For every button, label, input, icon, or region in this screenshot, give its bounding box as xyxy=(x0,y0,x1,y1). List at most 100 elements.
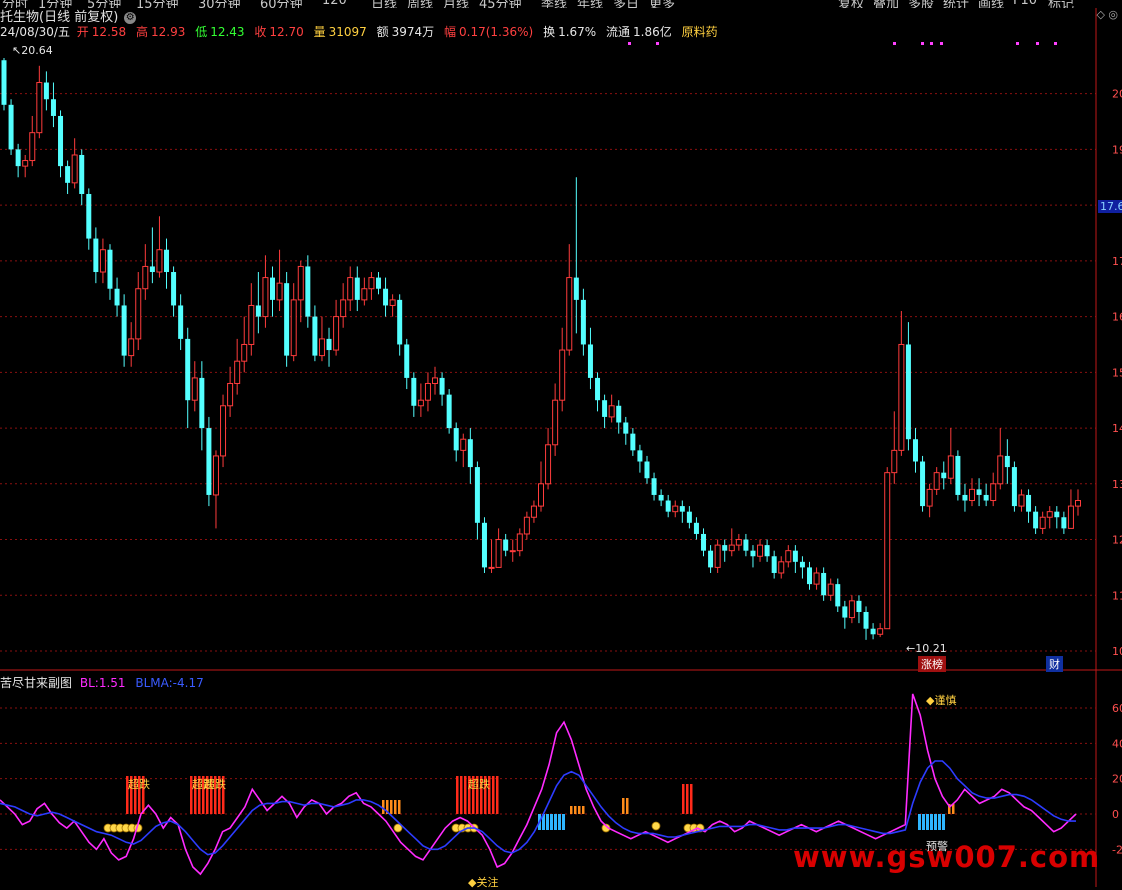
caution-tag: ◆谨慎 xyxy=(926,694,957,707)
signal-bar xyxy=(398,800,401,814)
candle-body-down xyxy=(79,154,85,194)
candle-body-down xyxy=(693,522,699,534)
candle-body-down xyxy=(375,277,381,289)
candle-body-up xyxy=(220,405,227,457)
candle-body-up xyxy=(191,377,198,401)
candle-body-down xyxy=(595,377,601,401)
candle-body-down xyxy=(665,500,671,512)
candle-body-down xyxy=(149,266,155,273)
signal-bar xyxy=(570,806,573,814)
candle-body-down xyxy=(750,550,756,557)
attention-label: 关注 xyxy=(476,876,499,889)
finance-badge[interactable]: 财 xyxy=(1046,656,1063,672)
candle-body-down xyxy=(354,277,360,300)
price-tick-label: 10 xyxy=(1112,645,1122,658)
bl-label: BL: xyxy=(79,676,99,690)
candle-body-down xyxy=(651,478,657,495)
bl-value: 1.51 xyxy=(98,676,126,690)
candle-body-down xyxy=(573,277,579,300)
candle-body-up xyxy=(22,160,29,167)
candle-body-up xyxy=(848,600,855,619)
candle-body-down xyxy=(587,344,593,378)
candle-body-up xyxy=(142,265,149,290)
candle-body-up xyxy=(530,505,537,518)
warning-bar xyxy=(930,814,933,830)
price-tick-label: 12 xyxy=(1112,534,1122,547)
candle-body-down xyxy=(503,539,509,551)
candle-body-up xyxy=(248,304,255,345)
candle-body-down xyxy=(50,99,56,116)
candle-body-down xyxy=(312,316,318,356)
stock-chart-canvas[interactable]: 20191817161514131211106040200-20 xyxy=(0,0,1122,887)
warning-bar xyxy=(934,814,937,830)
indicator-name: 苦尽甘来副图 xyxy=(0,676,73,690)
candle-body-up xyxy=(297,265,304,301)
candle-body-up xyxy=(509,550,516,553)
candle-body-up xyxy=(417,399,424,407)
attention-tag: ◆关注 xyxy=(468,876,499,889)
candle-body-up xyxy=(997,455,1004,485)
candle-body-up xyxy=(672,505,679,513)
candle-body-down xyxy=(799,561,805,568)
candle-body-down xyxy=(701,533,707,551)
candle-body-up xyxy=(898,343,905,451)
candle-body-up xyxy=(566,277,573,351)
price-tick-label: 16 xyxy=(1112,311,1122,324)
candle-body-up xyxy=(1018,494,1025,507)
candle-body-down xyxy=(644,461,650,479)
candle-body-down xyxy=(679,506,685,512)
oversold-bar xyxy=(464,776,467,814)
blma-value: -4.17 xyxy=(172,676,204,690)
signal-bar xyxy=(622,798,625,814)
candle-body-down xyxy=(686,511,692,523)
candle-body-up xyxy=(460,438,467,451)
candle-body-down xyxy=(708,550,714,568)
candle-body-up xyxy=(99,249,106,273)
candle-body-down xyxy=(983,494,989,501)
candle-body-down xyxy=(821,572,827,596)
signal-dot xyxy=(921,42,924,45)
candle-body-up xyxy=(735,539,742,546)
oversold-bar xyxy=(690,784,693,814)
candle-body-up xyxy=(1046,511,1053,518)
candle-body-down xyxy=(404,344,410,378)
candle-body-down xyxy=(397,299,403,345)
candle-body-down xyxy=(1,60,7,105)
candle-body-down xyxy=(43,82,49,100)
signal-bar xyxy=(626,798,629,814)
blma-label: BLMA: xyxy=(135,676,173,690)
candle-body-up xyxy=(785,550,792,563)
candle-body-down xyxy=(976,489,982,495)
candle-body-down xyxy=(199,377,205,429)
signal-dot xyxy=(940,42,943,45)
warning-bar xyxy=(926,814,929,830)
low-price-marker: ←10.21 xyxy=(906,642,947,655)
candle-body-down xyxy=(121,305,127,356)
warning-bar xyxy=(562,814,565,830)
candle-body-down xyxy=(178,305,184,339)
candle-body-down xyxy=(255,305,261,317)
candle-body-down xyxy=(771,556,777,573)
candle-body-up xyxy=(969,488,976,502)
candle-body-down xyxy=(1033,511,1039,529)
price-tick-label: 11 xyxy=(1112,589,1122,602)
candle-body-up xyxy=(333,316,340,351)
warning-bar xyxy=(922,814,925,830)
candle-body-down xyxy=(86,193,92,239)
candle-body-down xyxy=(920,461,926,507)
candle-body-down xyxy=(65,166,71,183)
watermark-text: www.gsw007.com xyxy=(793,840,1101,874)
low-price-value: 10.21 xyxy=(915,642,947,655)
candle-body-up xyxy=(947,455,954,479)
oversold-bar xyxy=(492,776,495,814)
warning-bar xyxy=(546,814,549,830)
candle-body-up xyxy=(340,299,347,318)
candle-body-up xyxy=(241,343,248,362)
candle-body-up xyxy=(523,516,530,535)
candle-body-down xyxy=(481,522,487,568)
indicator-tick-label: 40 xyxy=(1112,737,1122,750)
candle-body-down xyxy=(171,272,177,306)
limit-up-badge[interactable]: 涨榜 xyxy=(918,656,946,672)
candle-body-down xyxy=(792,550,798,562)
candle-body-up xyxy=(488,566,495,569)
